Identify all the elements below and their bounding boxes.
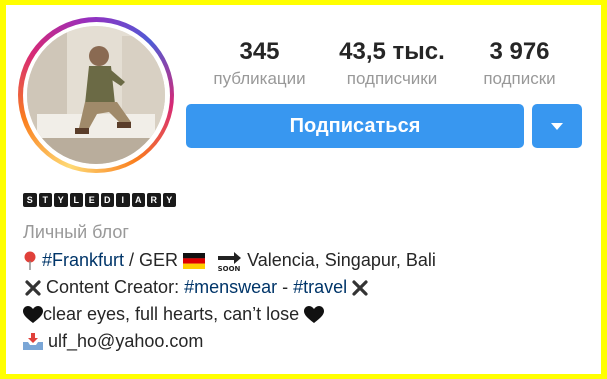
bio-line-location: #Frankfurt / GER SOON Valencia, Singapur… [23, 247, 593, 274]
cross-mark-icon [352, 280, 368, 296]
bio-text: / GER [124, 250, 184, 270]
stat-posts: 345 публикации [192, 38, 327, 90]
avatar[interactable] [27, 26, 165, 164]
name-letter: I [116, 193, 130, 207]
posts-label: публикации [213, 69, 306, 88]
soon-arrow-icon: SOON [218, 252, 242, 272]
profile-card: 345 публикации 43,5 тыс. подписчики 3 97… [6, 5, 601, 374]
name-letter: A [131, 193, 145, 207]
pin-icon [24, 251, 36, 271]
follow-button[interactable]: Подписаться [186, 104, 524, 148]
name-letter: T [38, 193, 52, 207]
chevron-down-icon [551, 122, 563, 130]
name-letter: Y [54, 193, 68, 207]
hashtag-link[interactable]: #travel [293, 277, 347, 297]
name-letter: L [69, 193, 83, 207]
following-count: 3 976 [489, 38, 550, 65]
bio-text: Valencia, Singapur, Bali [242, 250, 436, 270]
profile-name: S T Y L E D I A R Y [23, 193, 593, 211]
followers-label: подписчики [346, 69, 438, 88]
profile-bio: S T Y L E D I A R Y Личный блог #Frankfu… [23, 193, 593, 355]
bio-line-email: ulf_ho@yahoo.com [23, 328, 593, 355]
bio-text: - [277, 277, 294, 297]
avatar-border [22, 21, 170, 169]
svg-text:SOON: SOON [218, 265, 241, 272]
name-letter: Y [162, 193, 176, 207]
avatar-photo-illustration [27, 26, 165, 164]
bio-text: Content Creator: [41, 277, 185, 297]
hashtag-link[interactable]: #menswear [184, 277, 277, 297]
german-flag-icon [183, 253, 206, 270]
followers-count: 43,5 тыс. [339, 38, 445, 65]
black-heart-icon [304, 306, 325, 324]
name-letter: D [100, 193, 114, 207]
name-letter: R [147, 193, 161, 207]
avatar-story-ring[interactable] [18, 17, 174, 173]
following-label: подписки [483, 69, 556, 88]
stat-following[interactable]: 3 976 подписки [457, 38, 582, 90]
bio-text: clear eyes, full hearts, can’t lose [43, 304, 305, 324]
name-letter: S [23, 193, 37, 207]
email-link[interactable]: ulf_ho@yahoo.com [43, 331, 203, 351]
hashtag-link[interactable]: #Frankfurt [42, 250, 124, 270]
black-heart-icon [23, 306, 43, 324]
posts-count: 345 [239, 38, 280, 65]
stat-followers[interactable]: 43,5 тыс. подписчики [327, 38, 457, 90]
name-letter: E [85, 193, 99, 207]
suggestions-dropdown-button[interactable] [532, 104, 582, 148]
cross-mark-icon [25, 280, 41, 296]
inbox-tray-icon [23, 333, 43, 351]
bio-line-creator: Content Creator: #menswear - #travel [23, 274, 593, 301]
bio-line-motto: clear eyes, full hearts, can’t lose [23, 301, 593, 328]
profile-category: Личный блог [23, 222, 129, 242]
profile-stats: 345 публикации 43,5 тыс. подписчики 3 97… [192, 38, 582, 90]
